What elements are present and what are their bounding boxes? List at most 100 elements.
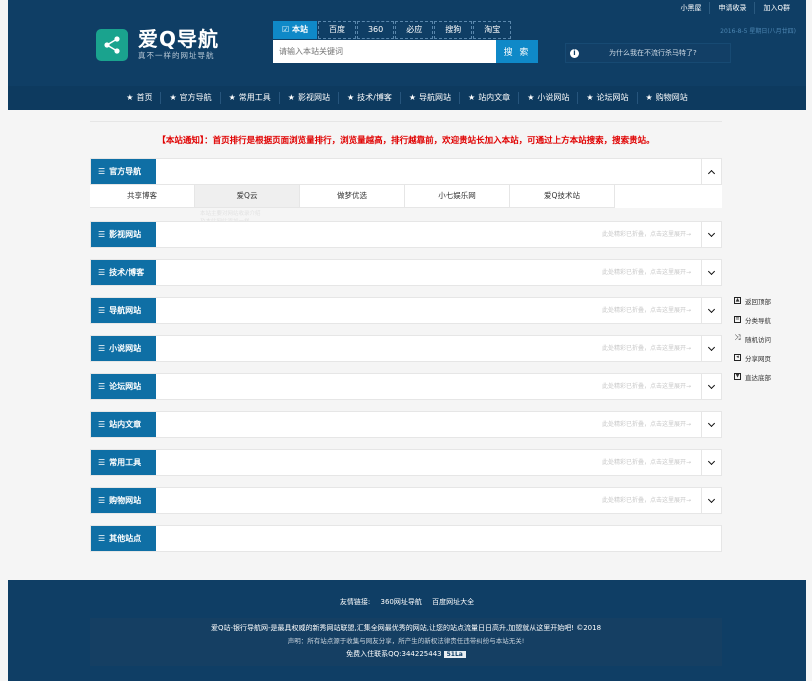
shuffle-icon: ⤨ bbox=[734, 333, 741, 342]
section-articles: ☰ 站内文章 此处精彩已折叠，点击这里展开→ bbox=[90, 411, 722, 438]
menu-icon: ☰ bbox=[98, 420, 106, 429]
announcement: 【本站通知】：首页排行是根据页面浏览量排行，浏览量越高，排行越靠前，欢迎贵站长加… bbox=[157, 136, 655, 146]
section-label[interactable]: ☰ 购物网站 bbox=[91, 488, 156, 513]
friend-links: 友情链接: 360网址导航 百度网址大全 bbox=[8, 597, 806, 607]
nav-item-nav-sites[interactable]: ★ 导航网站 bbox=[399, 92, 459, 104]
side-item-bottom[interactable]: ▼ 直达底部 bbox=[734, 367, 784, 386]
section-label[interactable]: ☰ 论坛网站 bbox=[91, 374, 156, 399]
collapsed-hint[interactable]: 此处精彩已折叠，点击这里展开→ bbox=[602, 298, 691, 323]
side-menu: ▲ 返回顶部 ≡ 分类导航 ⤨ 随机访问 ◂ 分享网页 ▼ 直达底部 bbox=[734, 291, 784, 386]
section-tech: ☰ 技术/博客 此处精彩已折叠，点击这里展开→ bbox=[90, 259, 722, 286]
star-icon: ★ bbox=[228, 93, 236, 102]
side-item-top[interactable]: ▲ 返回顶部 bbox=[734, 291, 784, 310]
nav-item-tools[interactable]: ★ 常用工具 bbox=[219, 92, 279, 104]
link-item[interactable]: 爱Q云 bbox=[195, 185, 300, 208]
collapsed-hint[interactable]: 此处精彩已折叠，点击这里展开→ bbox=[602, 450, 691, 475]
divider bbox=[90, 121, 722, 122]
expand-toggle[interactable] bbox=[701, 374, 721, 399]
section-label[interactable]: ☰ 站内文章 bbox=[91, 412, 156, 437]
list-icon: ≡ bbox=[734, 316, 741, 323]
menu-icon: ☰ bbox=[98, 230, 106, 239]
nav-item-forums[interactable]: ★ 论坛网站 bbox=[577, 92, 636, 104]
section-tools: ☰ 常用工具 此处精彩已折叠，点击这里展开→ bbox=[90, 449, 722, 476]
footer: 友情链接: 360网址导航 百度网址大全 爱Q站-银行导航网-是最具权威的新秀网… bbox=[8, 580, 806, 681]
section-official: ☰ 官方导航 bbox=[90, 158, 722, 185]
section-label[interactable]: ☰ 技术/博客 bbox=[91, 260, 156, 285]
section-label[interactable]: ☰ 导航网站 bbox=[91, 298, 156, 323]
search-tab-bing[interactable]: 必应 bbox=[395, 21, 434, 39]
collapsed-hint[interactable]: 此处精彩已折叠，点击这里展开→ bbox=[602, 412, 691, 437]
link-item[interactable]: 爱Q技术站 bbox=[510, 185, 615, 208]
question-text: 为什么我在不流行杀马特了? bbox=[609, 49, 697, 57]
section-label[interactable]: ☰ 常用工具 bbox=[91, 450, 156, 475]
stats-badge[interactable]: 51La bbox=[443, 651, 466, 658]
footer-contact: 免费入住联系QQ:344225443 51La bbox=[90, 648, 722, 661]
collapsed-hint[interactable]: 此处精彩已折叠，点击这里展开→ bbox=[602, 336, 691, 361]
expand-toggle[interactable] bbox=[701, 450, 721, 475]
share-icon: ◂ bbox=[734, 354, 741, 361]
side-item-random[interactable]: ⤨ 随机访问 bbox=[734, 329, 784, 348]
menu-icon: ☰ bbox=[98, 268, 106, 277]
question-box[interactable]: i 为什么我在不流行杀马特了? bbox=[565, 43, 731, 63]
expand-toggle[interactable] bbox=[701, 298, 721, 323]
star-icon: ★ bbox=[126, 93, 134, 102]
footer-disclaimer: 声明：所有站点源于收集与网友分享，所产生的新权法律责任违带纠纷与本站无关! bbox=[287, 637, 525, 645]
section-forums: ☰ 论坛网站 此处精彩已折叠，点击这里展开→ bbox=[90, 373, 722, 400]
section-video: ☰ 影视网站 此处精彩已折叠，点击这里展开→ bbox=[90, 221, 722, 248]
nav-item-tech[interactable]: ★ 技术/博客 bbox=[337, 92, 400, 104]
link-item[interactable]: 共享博客 bbox=[90, 185, 195, 208]
star-icon: ★ bbox=[468, 93, 476, 102]
star-icon: ★ bbox=[527, 93, 535, 102]
chevron-up-icon bbox=[707, 169, 716, 177]
top-link-qq-group[interactable]: 加入Q群 bbox=[754, 2, 798, 14]
search-tab-site[interactable]: ☑ 本站 bbox=[273, 21, 317, 39]
nav-item-shopping[interactable]: ★ 购物网站 bbox=[636, 92, 696, 104]
section-label[interactable]: ☰ 官方导航 bbox=[91, 159, 156, 184]
info-icon: i bbox=[570, 48, 579, 58]
section-label[interactable]: ☰ 小说网站 bbox=[91, 336, 156, 361]
nav-item-articles[interactable]: ★ 站内文章 bbox=[459, 92, 518, 104]
friend-link[interactable]: 百度网址大全 bbox=[432, 598, 474, 606]
menu-icon: ☰ bbox=[98, 496, 106, 505]
search-input[interactable] bbox=[273, 40, 496, 63]
chevron-down-icon bbox=[707, 381, 716, 389]
top-links: 小黑屋 申请收录 加入Q群 bbox=[672, 2, 798, 14]
star-icon: ★ bbox=[645, 93, 653, 102]
search-box: ☑ 本站 百度 360 必应 搜狗 淘宝 搜 索 bbox=[273, 21, 538, 63]
top-link-apply[interactable]: 申请收录 bbox=[709, 2, 754, 14]
search-tabs: ☑ 本站 百度 360 必应 搜狗 淘宝 bbox=[273, 21, 538, 39]
collapsed-hint[interactable]: 此处精彩已折叠，点击这里展开→ bbox=[602, 374, 691, 399]
section-label[interactable]: ☰ 影视网站 bbox=[91, 222, 156, 247]
side-item-share[interactable]: ◂ 分享网页 bbox=[734, 348, 784, 367]
date-text: 2016-8-5 星期日(八月廿四) bbox=[720, 28, 796, 35]
collapse-toggle[interactable] bbox=[701, 159, 721, 184]
nav-item-home[interactable]: ★ 首页 bbox=[118, 92, 160, 104]
side-item-categories[interactable]: ≡ 分类导航 bbox=[734, 310, 784, 329]
collapsed-hint[interactable]: 此处精彩已折叠，点击这里展开→ bbox=[602, 488, 691, 513]
link-item[interactable]: 小七娱乐网 bbox=[405, 185, 510, 208]
expand-toggle[interactable] bbox=[701, 412, 721, 437]
nav-item-official[interactable]: ★ 官方导航 bbox=[160, 92, 219, 104]
expand-toggle[interactable] bbox=[701, 222, 721, 247]
expand-toggle[interactable] bbox=[701, 260, 721, 285]
link-item[interactable]: 做梦优选 bbox=[300, 185, 405, 208]
collapsed-hint[interactable]: 此处精彩已折叠，点击这里展开→ bbox=[602, 222, 691, 247]
search-tab-taobao[interactable]: 淘宝 bbox=[473, 21, 512, 39]
search-button[interactable]: 搜 索 bbox=[496, 40, 538, 63]
expand-toggle[interactable] bbox=[701, 488, 721, 513]
friend-link[interactable]: 360网址导航 bbox=[380, 598, 421, 606]
menu-icon: ☰ bbox=[98, 382, 106, 391]
search-tab-sogou[interactable]: 搜狗 bbox=[434, 21, 473, 39]
logo[interactable]: 爱Q导航 真不一样的网址导航 bbox=[96, 28, 219, 61]
section-label[interactable]: ☰ 其他站点 bbox=[91, 526, 156, 551]
arrow-up-icon: ▲ bbox=[734, 297, 741, 304]
nav-item-video[interactable]: ★ 影视网站 bbox=[278, 92, 338, 104]
expand-toggle[interactable] bbox=[701, 336, 721, 361]
top-link-blackroom[interactable]: 小黑屋 bbox=[672, 2, 709, 14]
logo-subtitle: 真不一样的网址导航 bbox=[138, 51, 215, 60]
search-tab-360[interactable]: 360 bbox=[356, 21, 395, 39]
chevron-down-icon bbox=[707, 419, 716, 427]
nav-item-novels[interactable]: ★ 小说网站 bbox=[518, 92, 577, 104]
search-tab-baidu[interactable]: 百度 bbox=[317, 21, 356, 39]
collapsed-hint[interactable]: 此处精彩已折叠，点击这里展开→ bbox=[602, 260, 691, 285]
